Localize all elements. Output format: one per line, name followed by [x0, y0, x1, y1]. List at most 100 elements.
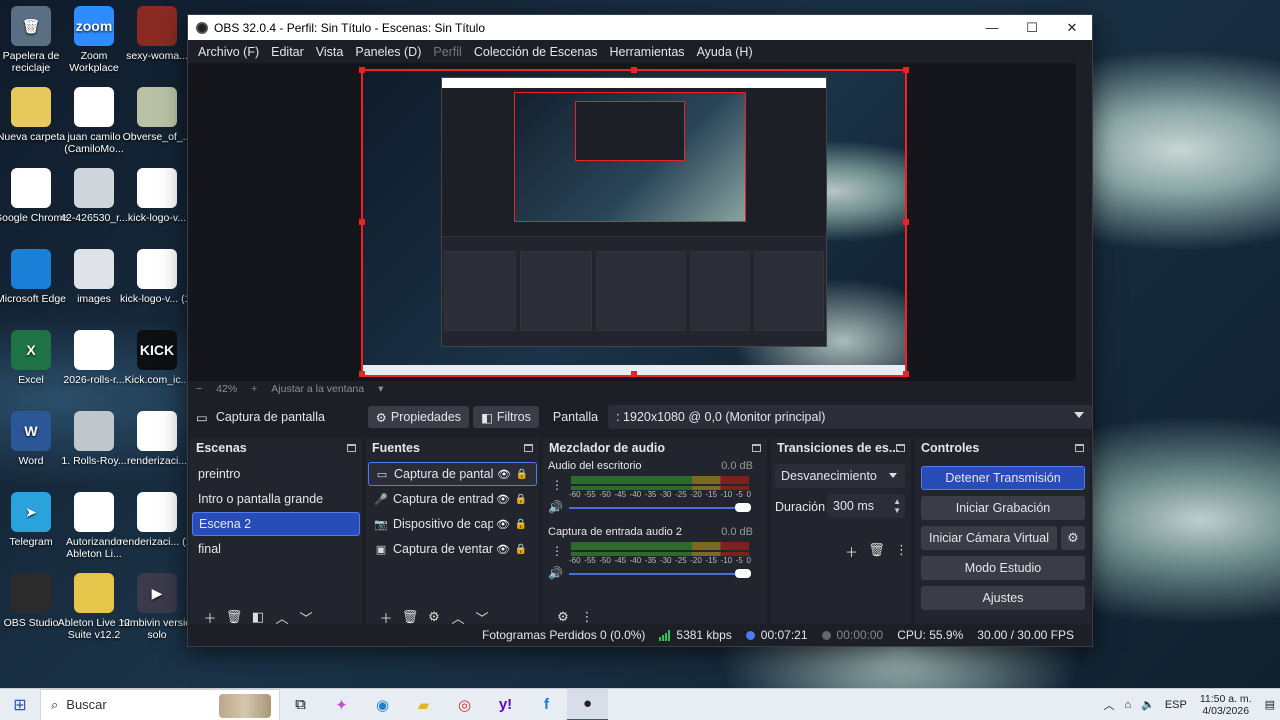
undock-icon[interactable] [524, 444, 533, 452]
close-button[interactable]: ✕ [1052, 20, 1092, 36]
start-recording-button[interactable]: Iniciar Grabación [921, 496, 1085, 520]
menu-docks[interactable]: Paneles (D) [349, 45, 427, 59]
desktop-icon[interactable]: KICK Kick.com_ic... [118, 330, 196, 386]
desktop-icon[interactable]: kick-logo-v... (1) [118, 249, 196, 305]
scene-item[interactable]: Intro o pantalla grande [192, 487, 360, 511]
desktop-icon[interactable]: kick-logo-v... [118, 168, 196, 224]
show-hidden-icons[interactable]: ︿ [1103, 697, 1114, 713]
notifications-icon[interactable]: ▤ [1265, 698, 1275, 711]
visibility-eye-icon[interactable]: 👁 [493, 493, 513, 506]
fit-window-button[interactable]: Ajustar a la ventana [271, 383, 364, 395]
properties-button[interactable]: ⚙ Propiedades [367, 406, 470, 428]
clock[interactable]: 11:50 a. m. 4/03/2026 [1200, 693, 1252, 717]
desktop-icon[interactable]: renderizaci... [118, 411, 196, 467]
visibility-eye-icon[interactable]: 👁 [493, 543, 513, 556]
zoom-in-button[interactable]: + [251, 383, 257, 395]
add-transition-button[interactable]: ＋ [839, 542, 864, 561]
edge-icon[interactable]: ◉ [362, 689, 403, 720]
resize-handle-tl[interactable] [359, 67, 365, 73]
taskbar-search[interactable]: ⌕ Buscar [40, 688, 280, 720]
cpu-usage: CPU: 55.9% [897, 628, 964, 642]
resize-handle-tr[interactable] [903, 67, 909, 73]
transition-menu-icon[interactable]: ⋮ [889, 542, 914, 561]
remove-scene-button[interactable]: 🗑 [222, 609, 246, 625]
visibility-eye-icon[interactable]: 👁 [493, 518, 513, 531]
file-explorer-icon[interactable]: ▰ [403, 689, 444, 720]
resize-handle-br[interactable] [903, 371, 909, 377]
language-indicator[interactable]: ESP [1165, 699, 1187, 711]
menu-edit[interactable]: Editar [265, 45, 310, 59]
resize-handle-r[interactable] [903, 219, 909, 225]
speaker-icon[interactable]: 🔊 [548, 566, 563, 580]
mixer-menu-icon[interactable]: ⋮ [575, 609, 599, 625]
lock-icon[interactable]: 🔒 [513, 494, 529, 505]
network-icon[interactable]: ⌂ [1124, 699, 1131, 711]
menu-profile[interactable]: Perfil [427, 45, 467, 59]
chrome-icon[interactable]: ◎ [444, 689, 485, 720]
volume-slider[interactable] [569, 569, 751, 578]
filters-button[interactable]: ◧ Filtros [473, 406, 539, 428]
resize-handle-l[interactable] [359, 219, 365, 225]
remove-transition-button[interactable]: 🗑 [864, 542, 889, 561]
undock-icon[interactable] [752, 444, 761, 452]
screen-select[interactable]: : 1920x1080 @ 0,0 (Monitor principal) [608, 405, 1092, 429]
menu-help[interactable]: Ayuda (H) [691, 45, 759, 59]
scene-item[interactable]: Escena 2 [192, 512, 360, 536]
lock-icon[interactable]: 🔒 [513, 544, 529, 555]
channel-menu-icon[interactable]: ⋮ [551, 478, 563, 492]
remove-source-button[interactable]: 🗑 [398, 609, 422, 625]
lock-icon[interactable]: 🔒 [514, 469, 530, 480]
resize-handle-bl[interactable] [359, 371, 365, 377]
spin-arrows-icon[interactable]: ▲ ▼ [893, 497, 901, 515]
source-item[interactable]: ▣ Captura de ventana 👁 🔒 [368, 537, 537, 561]
menu-file[interactable]: Archivo (F) [192, 45, 265, 59]
yahoo-icon[interactable]: y! [485, 689, 526, 720]
zoom-dropdown-icon[interactable]: ▾ [378, 383, 383, 395]
preview-scrollbar[interactable] [1076, 63, 1092, 397]
resize-handle-b[interactable] [631, 371, 637, 377]
copilot-icon[interactable]: ✦ [321, 689, 362, 720]
advanced-audio-gear-icon[interactable]: ⚙ [551, 609, 575, 625]
minimize-button[interactable]: — [972, 20, 1012, 36]
source-item[interactable]: ▭ Captura de pantalla 👁 🔒 [368, 462, 537, 486]
program-preview[interactable] [361, 69, 907, 377]
duration-input[interactable]: 300 ms ▲ ▼ [827, 494, 905, 518]
desktop-icon[interactable]: Obverse_of_... [118, 87, 196, 143]
scene-item[interactable]: final [192, 537, 360, 561]
settings-button[interactable]: Ajustes [921, 586, 1085, 610]
desktop-icon[interactable]: sexy-woma... [118, 6, 196, 62]
undock-icon[interactable] [896, 444, 905, 452]
zoom-out-button[interactable]: − [196, 383, 202, 395]
menu-view[interactable]: Vista [310, 45, 350, 59]
volume-knob[interactable] [735, 503, 751, 512]
channel-menu-icon[interactable]: ⋮ [551, 544, 563, 558]
resize-handle-t[interactable] [631, 67, 637, 73]
menu-scene-collection[interactable]: Colección de Escenas [468, 45, 604, 59]
undock-icon[interactable] [347, 444, 356, 452]
source-properties-button[interactable]: ⚙ [422, 609, 446, 625]
undock-icon[interactable] [1075, 444, 1084, 452]
source-item[interactable]: 🎤 Captura de entrada 👁 🔒 [368, 487, 537, 511]
desktop-icon[interactable]: ▶ rumbivin versiol solo [118, 573, 196, 641]
start-virtual-camera-button[interactable]: Iniciar Cámara Virtual [921, 526, 1057, 550]
studio-mode-button[interactable]: Modo Estudio [921, 556, 1085, 580]
menu-tools[interactable]: Herramientas [604, 45, 691, 59]
speaker-icon[interactable]: 🔊 [548, 500, 563, 514]
lock-icon[interactable]: 🔒 [513, 519, 529, 530]
source-item[interactable]: 📷 Dispositivo de captura👁🔒 [368, 512, 537, 536]
virtual-camera-settings-icon[interactable]: ⚙ [1061, 526, 1085, 550]
task-view-icon[interactable]: ⧉ [280, 689, 321, 720]
scene-filters-button[interactable]: ◧ [246, 609, 270, 625]
volume-knob[interactable] [735, 569, 751, 578]
volume-icon[interactable]: 🔈 [1141, 698, 1155, 711]
stop-streaming-button[interactable]: Detener Transmisión [921, 466, 1085, 490]
facebook-icon[interactable]: f [526, 689, 567, 720]
scene-item[interactable]: preintro [192, 462, 360, 486]
desktop-icon[interactable]: renderizaci... (1) [118, 492, 196, 548]
maximize-button[interactable]: ☐ [1012, 20, 1052, 36]
visibility-eye-icon[interactable]: 👁 [494, 468, 514, 481]
volume-slider[interactable] [569, 503, 751, 512]
windows-start-icon[interactable]: ⊞ [0, 695, 40, 715]
transition-select[interactable]: Desvanecimiento [775, 464, 905, 488]
obs-taskbar-icon[interactable]: ● [567, 688, 608, 720]
